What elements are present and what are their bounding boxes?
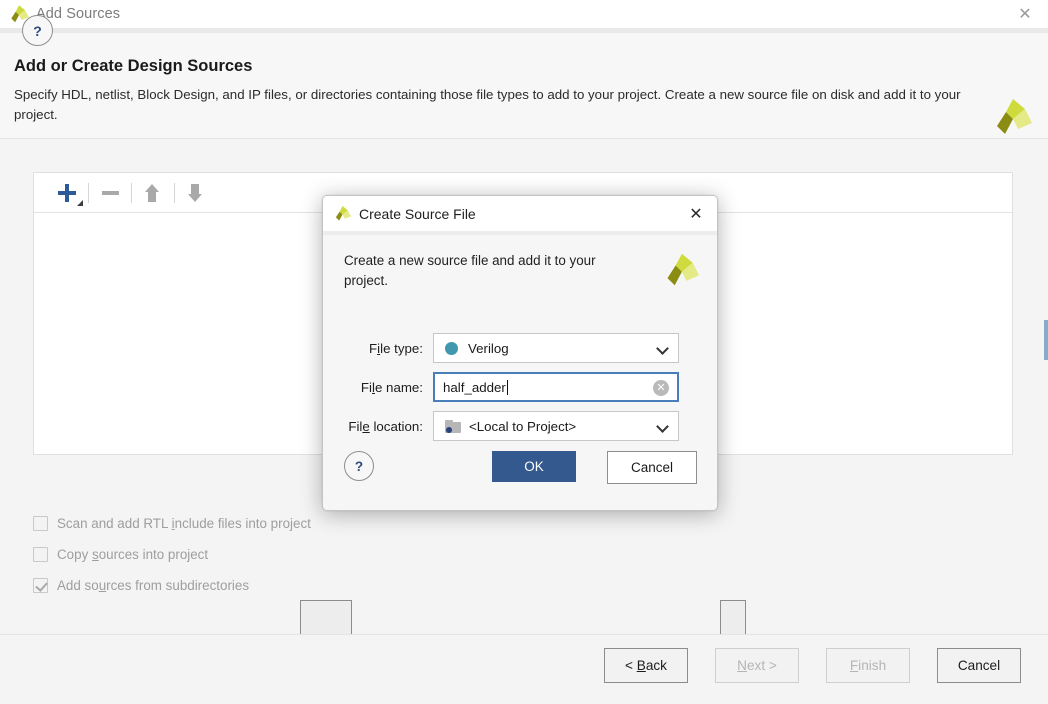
dialog-title: Create Source File <box>359 205 476 222</box>
finish-button-label: Finish <box>849 658 887 673</box>
next-button-label: Next > <box>737 658 777 673</box>
question-mark-icon: ? <box>354 458 364 474</box>
checkbox-add-subdirectories[interactable] <box>33 578 48 593</box>
folder-icon <box>445 419 461 433</box>
xilinx-logo-icon <box>335 205 351 221</box>
add-files-button[interactable] <box>300 600 352 637</box>
xilinx-logo-icon <box>997 99 1032 134</box>
file-location-row: File location: <Local to Project> <box>339 411 679 441</box>
option-label: Scan and add RTL include files into proj… <box>57 516 311 531</box>
dialog-close-button[interactable]: ✕ <box>685 203 707 225</box>
checkbox-scan-rtl-include[interactable] <box>33 516 48 531</box>
chevron-down-icon <box>77 199 83 206</box>
finish-button: Finish <box>826 648 910 683</box>
arrow-up-icon <box>145 183 161 202</box>
minus-icon <box>101 190 119 195</box>
close-icon: ✕ <box>689 206 703 223</box>
page-description: Specify HDL, netlist, Block Design, and … <box>14 87 961 122</box>
option-label: Add sources from subdirectories <box>57 578 250 593</box>
cancel-button[interactable]: Cancel <box>937 648 1021 683</box>
option-label: Copy sources into project <box>57 547 209 562</box>
file-type-value: Verilog <box>468 340 509 356</box>
close-icon: ✕ <box>1018 6 1032 23</box>
checkbox-copy-sources[interactable] <box>33 547 48 562</box>
plus-icon <box>57 183 77 203</box>
file-name-row: File name: half_adder ✕ <box>339 372 679 402</box>
clear-icon[interactable]: ✕ <box>653 380 669 396</box>
clear-glyph: ✕ <box>656 381 666 394</box>
question-mark-icon: ? <box>33 22 42 39</box>
help-button[interactable]: ? <box>22 15 53 46</box>
window-titlebar: Add Sources ✕ <box>0 0 1048 28</box>
verilog-dot-icon <box>445 341 458 355</box>
add-sources-button[interactable] <box>46 176 88 210</box>
next-button: Next > <box>715 648 799 683</box>
text-caret <box>506 379 508 395</box>
back-button-label: < Back <box>625 658 667 673</box>
move-up-button[interactable] <box>132 176 174 210</box>
file-type-row: File type: Verilog <box>339 333 679 363</box>
dialog-help-button[interactable]: ? <box>344 451 374 481</box>
file-name-label: File name: <box>360 379 423 395</box>
ok-button-label: OK <box>524 459 544 474</box>
file-type-label: File type: <box>369 340 423 356</box>
file-location-value: <Local to Project> <box>469 418 577 434</box>
create-file-button[interactable] <box>720 600 746 637</box>
dialog-title-divider <box>323 231 717 235</box>
file-name-value: half_adder <box>443 379 506 395</box>
back-button[interactable]: < Back <box>604 648 688 683</box>
file-location-select[interactable]: <Local to Project> <box>433 411 679 441</box>
create-source-file-dialog: Create Source File ✕ Create a new source… <box>322 195 718 511</box>
xilinx-logo-icon <box>667 253 699 286</box>
remove-sources-button[interactable] <box>89 176 131 210</box>
window-close-button[interactable]: ✕ <box>1002 0 1048 28</box>
chevron-down-icon <box>656 342 669 355</box>
chevron-down-icon <box>656 420 669 433</box>
file-type-select[interactable]: Verilog <box>433 333 679 363</box>
cancel-button-label: Cancel <box>957 658 1001 673</box>
dialog-cancel-label: Cancel <box>630 460 674 475</box>
move-down-button[interactable] <box>175 176 217 210</box>
option-add-subdirectories[interactable]: Add sources from subdirectories <box>33 578 249 593</box>
dialog-ok-button[interactable]: OK <box>492 451 576 482</box>
file-name-input[interactable]: half_adder ✕ <box>433 372 679 402</box>
window-scrollbar[interactable] <box>1044 320 1048 360</box>
page-title: Add or Create Design Sources <box>14 57 253 75</box>
option-scan-rtl-include[interactable]: Scan and add RTL include files into proj… <box>33 516 311 531</box>
dialog-description: Create a new source file and add it to y… <box>344 253 596 288</box>
dialog-titlebar: Create Source File ✕ <box>323 196 717 231</box>
file-location-label: File location: <box>348 418 423 434</box>
add-sources-window: Add Sources ✕ Add or Create Design Sourc… <box>0 0 1048 704</box>
dialog-cancel-button[interactable]: Cancel <box>607 451 697 484</box>
arrow-down-icon <box>188 183 204 202</box>
page-header: Add or Create Design Sources Specify HDL… <box>0 33 1048 138</box>
option-copy-sources[interactable]: Copy sources into project <box>33 547 208 562</box>
